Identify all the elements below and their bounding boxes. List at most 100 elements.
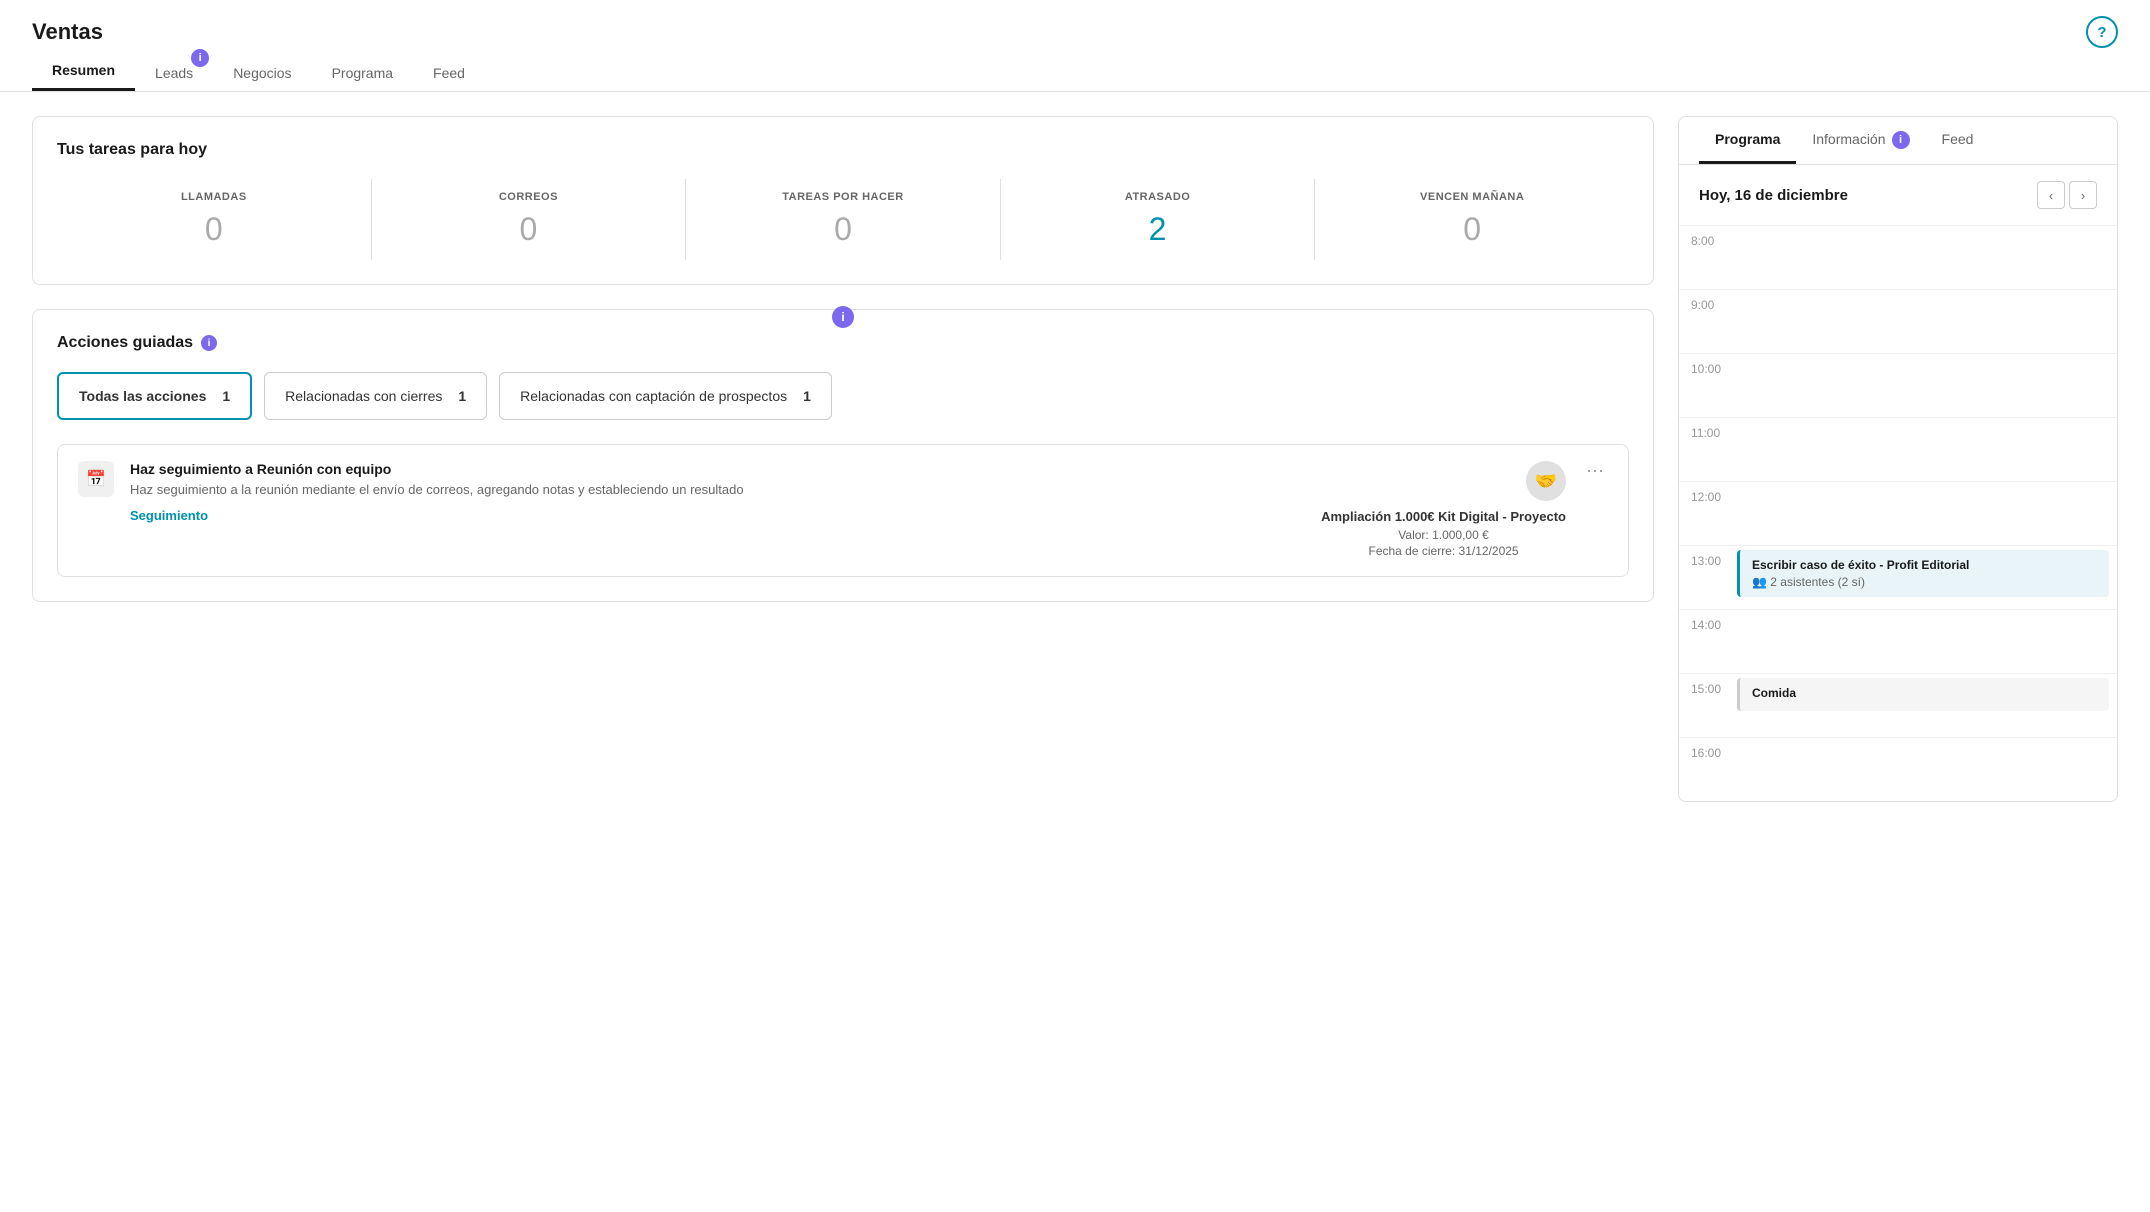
nav-tabs: ResumenLeadsiNegociosProgramaFeed <box>0 52 2150 92</box>
time-row-1000: 10:00 <box>1679 353 2117 417</box>
event-detail: 👥 2 asistentes (2 sí) <box>1752 575 2097 589</box>
metric-correos: CORREOS 0 <box>372 179 687 260</box>
time-row-1600: 16:00 <box>1679 737 2117 801</box>
right-tab-informacion[interactable]: Informacióni <box>1796 117 1925 164</box>
time-label-1400: 14:00 <box>1679 610 1729 673</box>
time-content-1200 <box>1729 482 2117 545</box>
action-filter-label-cierres: Relacionadas con cierres <box>285 388 442 404</box>
time-grid: 8:009:0010:0011:0012:0013:00 Escribir cas… <box>1679 225 2117 801</box>
event-title: Escribir caso de éxito - Profit Editoria… <box>1752 558 2097 572</box>
event-title: Comida <box>1752 686 2097 700</box>
metric-value-tareas: 0 <box>694 211 992 248</box>
time-row-800: 8:00 <box>1679 225 2117 289</box>
right-tab-feed[interactable]: Feed <box>1926 117 1990 164</box>
right-card: ProgramaInformacióniFeed Hoy, 16 de dici… <box>1678 116 2118 802</box>
guided-actions-title: Acciones guiadas <box>57 334 193 352</box>
main-layout: Tus tareas para hoy LLAMADAS 0 CORREOS 0… <box>0 92 2150 826</box>
action-filter-count-captacion: 1 <box>803 388 811 404</box>
time-content-800 <box>1729 226 2117 289</box>
metric-label-tareas: TAREAS POR HACER <box>694 191 992 203</box>
time-content-1100 <box>1729 418 2117 481</box>
right-tabs: ProgramaInformacióniFeed <box>1679 117 2117 165</box>
event-block[interactable]: Escribir caso de éxito - Profit Editoria… <box>1737 550 2109 597</box>
action-filter-todas[interactable]: Todas las acciones 1 <box>57 372 252 420</box>
metrics-row: LLAMADAS 0 CORREOS 0 TAREAS POR HACER 0 … <box>57 179 1629 260</box>
calendar-date-label: Hoy, 16 de diciembre <box>1699 187 1848 204</box>
metric-tareas: TAREAS POR HACER 0 <box>686 179 1001 260</box>
event-block[interactable]: Comida <box>1737 678 2109 711</box>
guided-actions-card: i Acciones guiadas i Todas las acciones 1… <box>32 309 1654 602</box>
guided-actions-header: i Acciones guiadas i <box>57 334 1629 352</box>
action-filter-count-cierres: 1 <box>458 388 466 404</box>
time-row-1400: 14:00 <box>1679 609 2117 673</box>
task-deal-name: Ampliación 1.000€ Kit Digital - Proyecto <box>1321 509 1566 524</box>
time-label-1100: 11:00 <box>1679 418 1729 481</box>
metric-label-llamadas: LLAMADAS <box>65 191 363 203</box>
metric-value-vencen: 0 <box>1323 211 1621 248</box>
guided-actions-info-badge-top: i <box>832 306 854 328</box>
time-content-1300: Escribir caso de éxito - Profit Editoria… <box>1729 546 2117 609</box>
nav-tab-feed[interactable]: Feed <box>413 55 485 91</box>
app-title: Ventas <box>32 19 103 45</box>
calendar-next-button[interactable]: › <box>2069 181 2097 209</box>
task-content: Haz seguimiento a Reunión con equipo Haz… <box>130 461 1305 523</box>
time-content-1500: Comida <box>1729 674 2117 737</box>
time-row-1300: 13:00 Escribir caso de éxito - Profit Edi… <box>1679 545 2117 609</box>
time-label-1500: 15:00 <box>1679 674 1729 737</box>
time-label-800: 8:00 <box>1679 226 1729 289</box>
time-label-1000: 10:00 <box>1679 354 1729 417</box>
time-label-1300: 13:00 <box>1679 546 1729 609</box>
nav-tab-leads[interactable]: Leadsi <box>135 55 213 91</box>
guided-actions-info-badge[interactable]: i <box>201 335 217 351</box>
time-content-1400 <box>1729 610 2117 673</box>
app-header: Ventas ? <box>0 0 2150 48</box>
nav-tab-programa[interactable]: Programa <box>312 55 413 91</box>
metric-atrasado: ATRASADO 2 <box>1001 179 1316 260</box>
time-label-1600: 16:00 <box>1679 738 1729 801</box>
nav-tab-negocios[interactable]: Negocios <box>213 55 311 91</box>
time-row-1200: 12:00 <box>1679 481 2117 545</box>
tasks-card: Tus tareas para hoy LLAMADAS 0 CORREOS 0… <box>32 116 1654 285</box>
task-action-link[interactable]: Seguimiento <box>130 508 208 523</box>
task-title: Haz seguimiento a Reunión con equipo <box>130 461 1305 477</box>
action-filter-cierres[interactable]: Relacionadas con cierres 1 <box>264 372 487 420</box>
task-deal-info: 🤝 Ampliación 1.000€ Kit Digital - Proyec… <box>1321 461 1566 560</box>
time-row-1100: 11:00 <box>1679 417 2117 481</box>
metric-label-correos: CORREOS <box>380 191 678 203</box>
task-menu-button[interactable]: ⋯ <box>1582 461 1608 482</box>
calendar-prev-button[interactable]: ‹ <box>2037 181 2065 209</box>
metric-label-vencen: VENCEN MAÑANA <box>1323 191 1621 203</box>
action-filters: Todas las acciones1Relacionadas con cier… <box>57 372 1629 420</box>
action-filter-captacion[interactable]: Relacionadas con captación de prospectos… <box>499 372 832 420</box>
metric-llamadas: LLAMADAS 0 <box>57 179 372 260</box>
task-description: Haz seguimiento a la reunión mediante el… <box>130 481 1305 499</box>
calendar-header: Hoy, 16 de diciembre ‹ › <box>1679 165 2117 225</box>
metric-value-llamadas: 0 <box>65 211 363 248</box>
time-row-1500: 15:00 Comida <box>1679 673 2117 737</box>
action-filter-count-todas: 1 <box>222 388 230 404</box>
metric-value-correos: 0 <box>380 211 678 248</box>
task-deal-date: Fecha de cierre: 31/12/2025 <box>1368 544 1518 558</box>
action-filter-label-todas: Todas las acciones <box>79 388 206 404</box>
tasks-card-title: Tus tareas para hoy <box>57 141 1629 159</box>
time-content-900 <box>1729 290 2117 353</box>
left-panel: Tus tareas para hoy LLAMADAS 0 CORREOS 0… <box>32 116 1654 802</box>
time-content-1600 <box>1729 738 2117 801</box>
metric-label-atrasado: ATRASADO <box>1009 191 1307 203</box>
nav-tab-resumen[interactable]: Resumen <box>32 52 135 91</box>
task-item: 📅 Haz seguimiento a Reunión con equipo H… <box>57 444 1629 577</box>
task-calendar-icon: 📅 <box>78 461 114 497</box>
metric-vencen: VENCEN MAÑANA 0 <box>1315 179 1629 260</box>
action-filter-label-captacion: Relacionadas con captación de prospectos <box>520 388 787 404</box>
metric-value-atrasado: 2 <box>1009 211 1307 248</box>
time-label-1200: 12:00 <box>1679 482 1729 545</box>
right-tab-programa[interactable]: Programa <box>1699 117 1796 164</box>
time-row-900: 9:00 <box>1679 289 2117 353</box>
help-button[interactable]: ? <box>2086 16 2118 48</box>
right-tab-informacion-badge: i <box>1892 131 1910 149</box>
time-content-1000 <box>1729 354 2117 417</box>
nav-tab-leads-badge: i <box>191 49 209 67</box>
time-label-900: 9:00 <box>1679 290 1729 353</box>
task-deal-value: Valor: 1.000,00 € <box>1398 528 1489 542</box>
calendar-nav-group: ‹ › <box>2037 181 2097 209</box>
